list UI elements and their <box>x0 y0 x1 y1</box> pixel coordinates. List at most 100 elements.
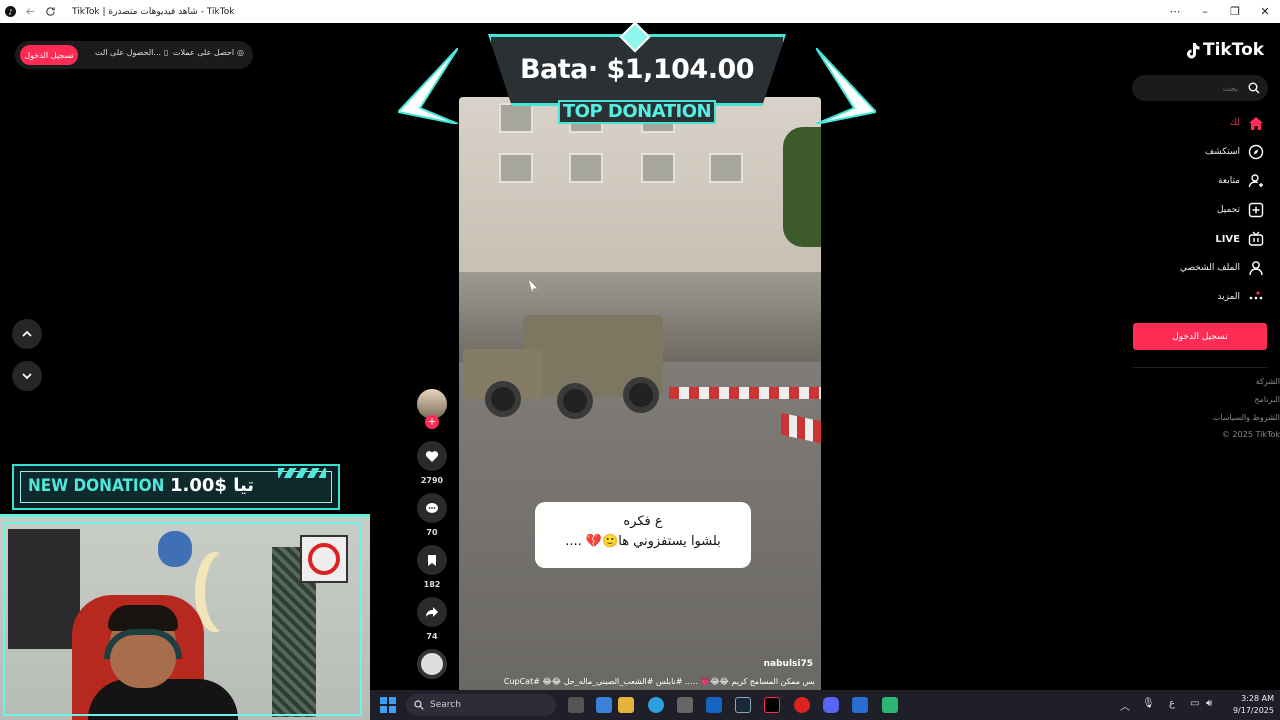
tree <box>783 127 821 247</box>
svg-text:♪: ♪ <box>8 7 13 16</box>
app-icon[interactable] <box>882 697 898 713</box>
network-icon[interactable]: ▭ <box>1190 698 1199 709</box>
sidebar-item-label: لك <box>1229 118 1240 128</box>
taskbar-search[interactable]: Search <box>406 694 556 716</box>
security-shield-icon[interactable] <box>852 697 868 713</box>
back-icon[interactable] <box>24 6 36 18</box>
share-icon <box>426 607 438 617</box>
video-username[interactable]: nabulsi75 <box>764 659 813 669</box>
live-icon <box>1248 231 1264 246</box>
like-count: 2790 <box>420 476 444 485</box>
caption-line-2: بلشوا يستفزوني ها🙂💔 .... <box>565 534 721 549</box>
sidebar-item-profile[interactable]: الملف الشخصي <box>1180 260 1264 276</box>
get-coins-button[interactable]: احصل على عملات ◎ <box>173 48 244 57</box>
share-button[interactable] <box>417 597 447 627</box>
upload-icon <box>1248 202 1264 218</box>
save-button[interactable] <box>417 545 447 575</box>
more-icon <box>1249 291 1263 300</box>
footer-link-program[interactable]: البرنامج <box>1254 395 1280 404</box>
music-disc[interactable] <box>417 649 447 679</box>
more-options-icon[interactable]: ⋯ <box>1160 5 1190 18</box>
footer-copyright: © 2025 TikTok <box>1222 430 1280 439</box>
discord-icon[interactable] <box>823 697 839 713</box>
home-icon <box>1249 116 1263 130</box>
tiktok-logo[interactable]: TikTok <box>1184 40 1264 60</box>
search-input[interactable]: بحث <box>1132 75 1268 101</box>
footer-link-company[interactable]: الشركة <box>1256 377 1280 386</box>
profile-icon <box>1249 261 1263 276</box>
sidebar-login-button[interactable]: تسجيل الدخول <box>1133 323 1267 350</box>
comment-icon <box>426 502 438 513</box>
follow-plus-icon[interactable]: + <box>425 415 439 429</box>
chevron-up-icon <box>22 330 32 337</box>
sidebar-item-following[interactable]: متابعة <box>1218 173 1264 189</box>
opera-icon[interactable] <box>794 697 810 713</box>
top-actions-bar: تسجيل الدخول الحصول على الت... ▯ احصل عل… <box>15 41 253 69</box>
sidebar-item-label: المزيد <box>1217 292 1240 302</box>
sidebar-item-label: استكشف <box>1204 147 1240 157</box>
caption-line-1: ع فكره <box>623 514 663 529</box>
armored-vehicle <box>463 315 673 425</box>
sidebar-item-for-you[interactable]: لك <box>1230 115 1264 131</box>
sidebar-item-more[interactable]: المزيد <box>1217 289 1264 305</box>
microphone-icon[interactable]: 🎙︎ <box>1142 698 1155 709</box>
tiktok-logo-text: TikTok <box>1203 40 1265 60</box>
phone-icon: ▯ <box>164 48 169 57</box>
video-player[interactable]: ع فكره بلشوا يستفزوني ها🙂💔 .... nabulsi7… <box>459 97 821 700</box>
top-donation-amount: Bata· $1,104.00 <box>519 54 755 85</box>
search-icon[interactable] <box>1248 82 1260 94</box>
volume-icon[interactable]: 🔊︎ <box>1206 698 1212 709</box>
sidebar-item-label: متابعة <box>1218 176 1240 186</box>
curb-stripes <box>669 387 821 399</box>
input-language[interactable]: ع <box>1169 698 1175 709</box>
tray-chevron-icon[interactable]: ︿ <box>1120 698 1130 713</box>
widgets-icon[interactable] <box>596 697 612 713</box>
webcam-frame <box>3 522 362 716</box>
search-icon <box>414 700 424 710</box>
window-title: TikTok | شاهد فيديوهات متصدرة - TikTok <box>72 6 235 17</box>
store-icon[interactable] <box>677 697 693 713</box>
close-button[interactable]: ✕ <box>1250 5 1280 18</box>
new-donation-amount: 1.00$ تيا <box>170 475 255 496</box>
get-coins-label: احصل على عملات <box>173 48 235 57</box>
top-donation-label: TOP DONATION <box>558 100 716 124</box>
reload-icon[interactable] <box>44 6 56 18</box>
browser-titlebar: ♪ TikTok | شاهد فيديوهات متصدرة - TikTok… <box>0 0 1280 23</box>
video-description[interactable]: بس ممكن المسامح كريم 😂😂💗 ..... #نابلس #ا… <box>497 677 815 686</box>
sidebar-item-explore[interactable]: استكشف <box>1205 144 1264 160</box>
save-count: 182 <box>423 580 441 589</box>
task-view-icon[interactable] <box>568 697 584 713</box>
login-pill-button[interactable]: تسجيل الدخول <box>20 45 78 65</box>
edge-icon[interactable] <box>648 697 664 713</box>
file-explorer-icon[interactable] <box>618 697 634 713</box>
steam-icon[interactable] <box>735 697 751 713</box>
comment-button[interactable] <box>417 493 447 523</box>
next-video-button[interactable] <box>12 361 42 391</box>
tiktok-app-icon: ♪ <box>4 6 16 18</box>
taskbar-clock[interactable]: 3:28 AM 9/17/2025 <box>1233 693 1274 717</box>
left-arrow-decoration <box>398 48 458 124</box>
sidebar-item-upload[interactable]: تحميل <box>1217 202 1264 218</box>
tiktok-taskbar-icon[interactable] <box>764 697 780 713</box>
following-icon <box>1248 174 1263 188</box>
new-donation-label: NEW DONATION <box>28 476 165 496</box>
like-button[interactable] <box>417 441 447 471</box>
get-app-button[interactable]: الحصول على الت... ▯ <box>95 48 168 57</box>
chevron-down-icon <box>22 373 32 380</box>
tiktok-app: تسجيل الدخول الحصول على الت... ▯ احصل عل… <box>0 21 1280 720</box>
taskbar-search-label: Search <box>430 700 461 710</box>
outlook-icon[interactable] <box>706 697 722 713</box>
new-donation-overlay: NEW DONATION 1.00$ تيا <box>12 464 340 510</box>
sidebar-item-label: تحميل <box>1216 205 1240 215</box>
start-button[interactable] <box>380 697 396 713</box>
sidebar-item-live[interactable]: LIVE <box>1215 231 1264 247</box>
clock-time: 3:28 AM <box>1241 694 1274 703</box>
compass-icon <box>1248 144 1264 160</box>
previous-video-button[interactable] <box>12 319 42 349</box>
search-placeholder: بحث <box>1222 83 1238 93</box>
bookmark-icon <box>428 554 436 566</box>
streamer-webcam <box>0 514 370 720</box>
maximize-button[interactable]: ❐ <box>1220 5 1250 18</box>
footer-link-terms[interactable]: الشروط والسياسات <box>1213 413 1280 422</box>
minimize-button[interactable]: – <box>1190 5 1220 18</box>
